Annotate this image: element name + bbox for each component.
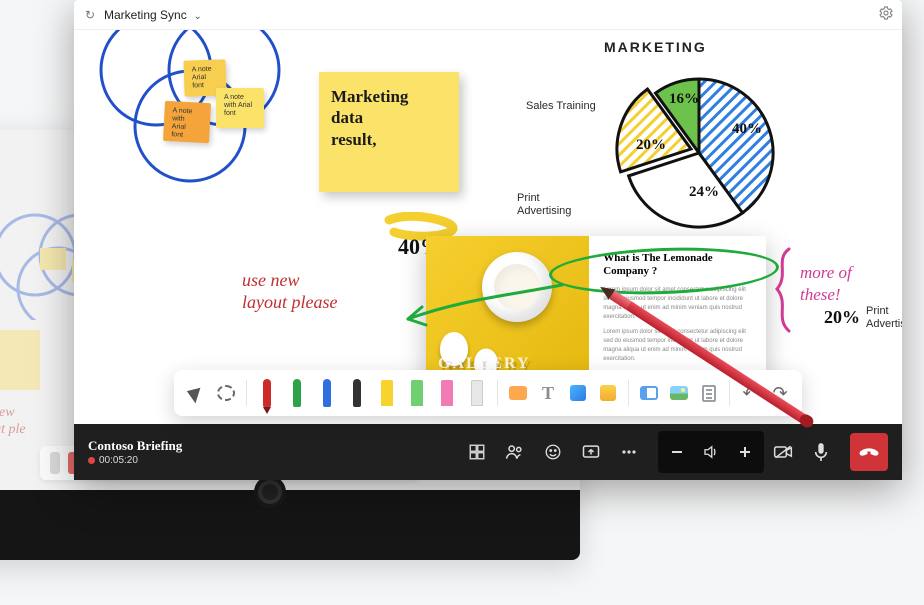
pen-black[interactable] bbox=[343, 373, 371, 413]
cup-image bbox=[482, 252, 552, 322]
refresh-icon[interactable]: ↻ bbox=[82, 7, 98, 23]
volume-up-button[interactable] bbox=[728, 433, 762, 471]
cube3d-tool[interactable] bbox=[564, 373, 592, 413]
camera-toggle-button[interactable] bbox=[764, 433, 802, 471]
mic-toggle-button[interactable] bbox=[802, 433, 840, 471]
pie-label-40: 40% bbox=[732, 122, 762, 137]
whiteboard-toolbar: .pen-body[style*='cf2a2a']:before{border… bbox=[174, 370, 802, 416]
pink-brace-icon bbox=[769, 245, 799, 335]
layout-grid-button[interactable] bbox=[458, 433, 496, 471]
inserted-doc-card[interactable]: GALLERY GALLERY What is The Lemonade Com… bbox=[426, 236, 766, 386]
highlighter-pink[interactable] bbox=[433, 373, 461, 413]
bg-camera-lens bbox=[262, 484, 278, 500]
pen-blue[interactable] bbox=[313, 373, 341, 413]
recording-dot-icon bbox=[88, 457, 95, 464]
big-sticky-note[interactable]: Marketing data result, bbox=[319, 72, 459, 192]
card-body-1: Lorem ipsum dolor sit amet consectetur a… bbox=[603, 286, 752, 322]
pen-red[interactable]: .pen-body[style*='cf2a2a']:before{border… bbox=[253, 373, 281, 413]
sticky-note-b[interactable]: A note with Arial font bbox=[163, 101, 211, 143]
pie-label-16: 16% bbox=[669, 92, 699, 107]
pen-green[interactable] bbox=[283, 373, 311, 413]
more-actions-button[interactable] bbox=[610, 433, 648, 471]
board-title[interactable]: Marketing Sync ⌄ bbox=[104, 8, 202, 22]
meeting-timer: 00:05:20 bbox=[99, 455, 138, 466]
eraser-tool[interactable] bbox=[463, 373, 491, 413]
label-print-adv: Print Advertising bbox=[517, 192, 571, 218]
volume-down-button[interactable] bbox=[660, 433, 694, 471]
annotation-use-new-layout: use new layout please bbox=[242, 270, 337, 313]
insert-image-tool[interactable] bbox=[665, 373, 693, 413]
whiteboard-window: ↻ Marketing Sync ⌄ A note Arial font A n… bbox=[74, 0, 902, 480]
template-tool[interactable] bbox=[635, 373, 663, 413]
annotation-more-of-these: more of these! bbox=[800, 262, 852, 306]
meeting-title: Contoso Briefing bbox=[88, 439, 182, 452]
settings-gear-icon[interactable] bbox=[878, 5, 894, 24]
lasso-tool[interactable] bbox=[212, 373, 240, 413]
undo-button[interactable]: ↶ bbox=[736, 373, 764, 413]
people-button[interactable] bbox=[496, 433, 534, 471]
chevron-down-icon: ⌄ bbox=[191, 11, 202, 22]
shape-tool[interactable] bbox=[504, 373, 532, 413]
label-print-adv-2: Print Advertising bbox=[866, 305, 902, 331]
bg-red-annotation: use newlayout ple bbox=[0, 405, 26, 439]
sticky-note-tool[interactable] bbox=[594, 373, 622, 413]
speaker-button[interactable] bbox=[694, 433, 728, 471]
pie-label-24: 24% bbox=[689, 185, 719, 200]
label-sales-training: Sales Training bbox=[526, 100, 596, 113]
card-body-2: Lorem ipsum dolor sit amet consectetur a… bbox=[603, 328, 752, 364]
meeting-info: Contoso Briefing 00:05:20 bbox=[88, 439, 182, 466]
redo-button[interactable]: ↷ bbox=[766, 373, 794, 413]
whiteboard-canvas[interactable]: A note Arial font A note with Arial font… bbox=[74, 30, 902, 424]
text-tool[interactable]: T bbox=[534, 373, 562, 413]
reactions-button[interactable] bbox=[534, 433, 572, 471]
card-heading: What is The Lemonade Company ? bbox=[603, 252, 752, 278]
pie-chart[interactable]: MARKETING 16% 40% 24% bbox=[604, 40, 804, 248]
pie-label-20: 20% bbox=[636, 138, 666, 153]
bg-sticky: Mdares bbox=[0, 330, 40, 390]
leave-call-button[interactable] bbox=[850, 433, 888, 471]
sticky-note-c[interactable]: A note with Arial font bbox=[216, 88, 264, 128]
highlighter-green[interactable] bbox=[403, 373, 431, 413]
title-bar: ↻ Marketing Sync ⌄ bbox=[74, 0, 902, 30]
annotation-20pct: 20% bbox=[824, 308, 860, 326]
pointer-tool[interactable] bbox=[182, 373, 210, 413]
insert-document-tool[interactable] bbox=[695, 373, 723, 413]
share-screen-button[interactable] bbox=[572, 433, 610, 471]
highlighter-yellow[interactable] bbox=[373, 373, 401, 413]
teams-meeting-bar: Contoso Briefing 00:05:20 bbox=[74, 424, 902, 480]
pie-title: MARKETING bbox=[604, 40, 804, 54]
